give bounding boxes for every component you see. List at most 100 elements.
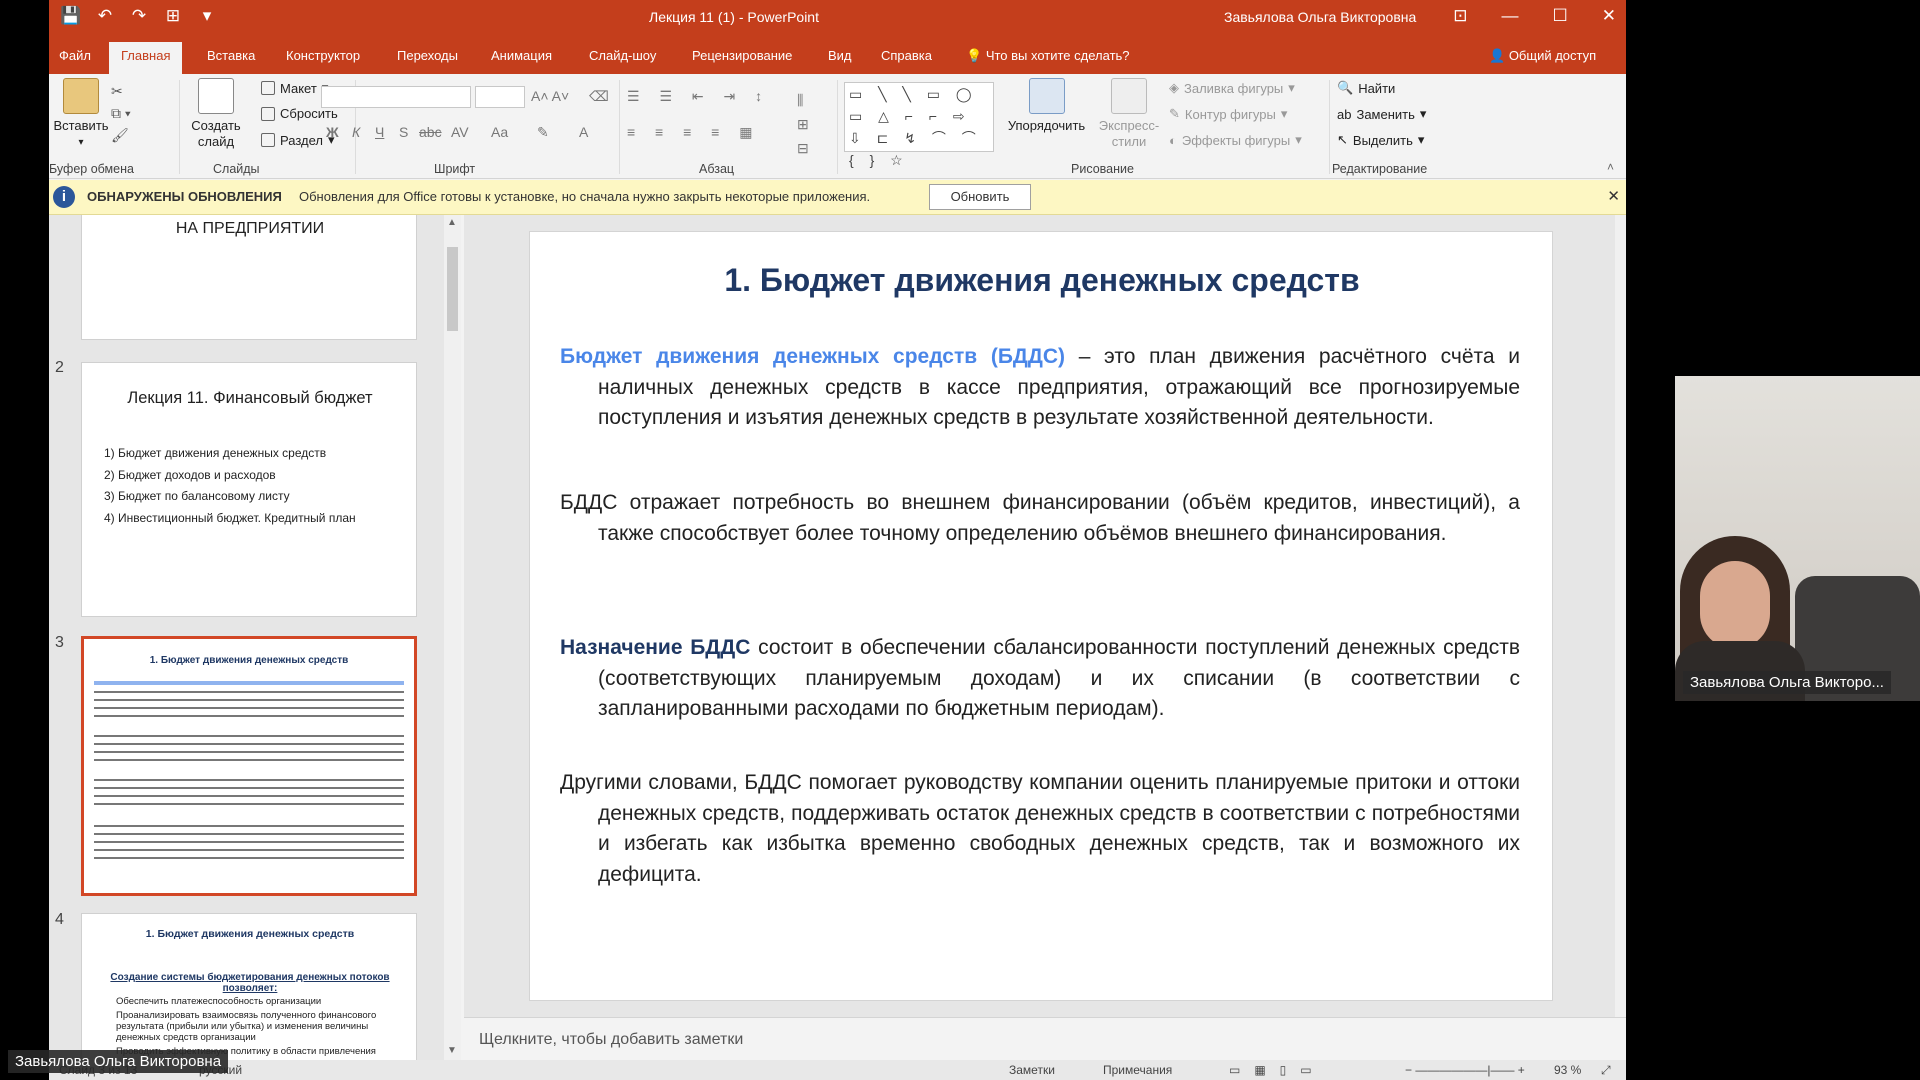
find-button[interactable]: 🔍 Найти bbox=[1337, 80, 1395, 96]
shape-fill-button[interactable]: ◈ Заливка фигуры ▾ bbox=[1169, 80, 1295, 96]
notes-pane[interactable]: Щелкните, чтобы добавить заметки bbox=[464, 1017, 1626, 1061]
slide-thumbnail-3-selected[interactable]: 1. Бюджет движения денежных средств bbox=[81, 636, 417, 896]
slide-thumbnail-2[interactable]: Лекция 11. Финансовый бюджет 1) Бюджет д… bbox=[81, 362, 417, 617]
thumbnail-title: Лекция 11. Финансовый бюджет bbox=[127, 389, 373, 407]
participant-name-label: Завьялова Ольга Викторо... bbox=[1683, 671, 1891, 694]
change-case-button[interactable]: Aa bbox=[491, 124, 508, 140]
slide-paragraph-external-financing[interactable]: БДДС отражает потребность во внешнем фин… bbox=[560, 488, 1520, 549]
slide-thumbnail-1[interactable]: НА ПРЕДПРИЯТИИ bbox=[81, 215, 417, 340]
paste-button[interactable]: Вставить ▾ bbox=[51, 78, 111, 148]
ribbon-tabs: Файл Главная Вставка Конструктор Переход… bbox=[49, 36, 1626, 74]
group-label-paragraph: Абзац bbox=[699, 162, 735, 176]
list-buttons[interactable]: ☰ ☰ ⇤ ⇥ ↕ bbox=[627, 88, 770, 105]
group-label-editing: Редактирование bbox=[1332, 162, 1428, 176]
slide-paragraph-definition[interactable]: Бюджет движения денежных средств (БДДС) … bbox=[560, 342, 1520, 434]
person-icon: 👤 bbox=[1489, 48, 1509, 63]
group-label-drawing: Рисование bbox=[1071, 162, 1134, 176]
font-name-input[interactable] bbox=[321, 86, 471, 108]
tab-help[interactable]: Справка bbox=[881, 48, 932, 63]
layout-button[interactable]: Макет ▾ bbox=[261, 80, 328, 96]
thumbnail-text-block bbox=[94, 779, 404, 809]
current-slide[interactable]: 1. Бюджет движения денежных средств Бюдж… bbox=[529, 231, 1553, 1001]
notes-placeholder: Щелкните, чтобы добавить заметки bbox=[479, 1031, 744, 1048]
redo-icon[interactable]: ↷ bbox=[127, 6, 151, 26]
view-buttons[interactable]: ▭▦▯▭ bbox=[1229, 1063, 1326, 1077]
shape-effects-label: Эффекты фигуры bbox=[1181, 132, 1291, 148]
tab-review[interactable]: Рецензирование bbox=[692, 48, 792, 63]
tab-insert[interactable]: Вставка bbox=[207, 48, 255, 63]
tab-animations[interactable]: Анимация bbox=[491, 48, 552, 63]
char-spacing-button[interactable]: AV bbox=[451, 124, 469, 140]
tab-design[interactable]: Конструктор bbox=[286, 48, 360, 63]
arrange-button[interactable]: Упорядочить bbox=[1004, 78, 1089, 134]
group-label-font: Шрифт bbox=[434, 162, 476, 176]
highlight-icon[interactable]: ✎ bbox=[537, 124, 549, 141]
section-label: Раздел bbox=[280, 132, 323, 148]
align-buttons[interactable]: ≡ ≡ ≡ ≡ ▦ bbox=[627, 124, 760, 141]
quick-styles-button[interactable]: Экспресс-стили bbox=[1094, 78, 1164, 150]
notes-toggle[interactable]: Заметки bbox=[1009, 1063, 1055, 1077]
tell-me-search[interactable]: 💡 Что вы хотите сделать? bbox=[966, 48, 1130, 64]
participant-video[interactable]: Завьялова Ольга Викторо... bbox=[1675, 376, 1920, 701]
powerpoint-window: 💾 ↶ ↷ ⊞ ▾ Лекция 11 (1) - PowerPoint Зав… bbox=[49, 0, 1626, 1080]
undo-icon[interactable]: ↶ bbox=[93, 6, 117, 26]
tab-file[interactable]: Файл bbox=[59, 48, 91, 63]
copy-icon[interactable]: ⧉ ▾ bbox=[111, 102, 131, 124]
shape-effects-button[interactable]: ◐ Эффекты фигуры ▾ bbox=[1169, 132, 1302, 148]
grow-font-icon[interactable]: A˄ A˅ bbox=[531, 88, 569, 104]
save-icon[interactable]: 💾 bbox=[59, 6, 83, 26]
strikethrough-button[interactable]: abc bbox=[419, 124, 442, 140]
update-button[interactable]: Обновить bbox=[929, 184, 1031, 210]
slide-paragraph-purpose[interactable]: Назначение БДДС состоит в обеспечении сб… bbox=[560, 633, 1520, 725]
slide-scrollbar[interactable] bbox=[1615, 215, 1626, 1017]
tab-view[interactable]: Вид bbox=[828, 48, 852, 63]
tab-home[interactable]: Главная bbox=[109, 42, 183, 74]
font-size-input[interactable] bbox=[475, 86, 525, 108]
scroll-up-icon[interactable]: ▲ bbox=[447, 217, 457, 228]
close-message-bar-icon[interactable]: ✕ bbox=[1607, 187, 1620, 205]
format-painter-icon[interactable]: 🖌 bbox=[111, 124, 131, 146]
cut-icon[interactable]: ✂ bbox=[111, 80, 131, 102]
thumbnail-text-line bbox=[94, 681, 404, 685]
tab-slideshow[interactable]: Слайд-шоу bbox=[589, 48, 656, 63]
zoom-slider[interactable]: − ——————|—— + bbox=[1405, 1063, 1525, 1077]
maximize-icon[interactable]: ☐ bbox=[1553, 6, 1568, 26]
new-slide-button[interactable]: Создать слайд bbox=[186, 78, 246, 150]
thumbnails-scrollbar[interactable]: ▲ ▼ bbox=[444, 215, 461, 1060]
close-icon[interactable]: ✕ bbox=[1602, 6, 1616, 26]
fit-slide-icon[interactable]: ⤢ bbox=[1601, 1063, 1611, 1078]
reset-button[interactable]: Сбросить bbox=[261, 106, 338, 121]
shape-outline-button[interactable]: ✎ Контур фигуры ▾ bbox=[1169, 106, 1287, 122]
shadow-button[interactable]: S bbox=[399, 124, 408, 140]
section-button[interactable]: Раздел ▾ bbox=[261, 132, 335, 148]
tab-transitions[interactable]: Переходы bbox=[397, 48, 458, 63]
share-button[interactable]: 👤 Общий доступ bbox=[1489, 48, 1596, 64]
bold-button[interactable]: Ж bbox=[326, 124, 339, 140]
group-separator bbox=[1329, 80, 1330, 174]
minimize-icon[interactable]: — bbox=[1502, 6, 1519, 26]
scrollbar-thumb[interactable] bbox=[447, 247, 458, 331]
italic-button[interactable]: К bbox=[352, 124, 360, 140]
select-button[interactable]: ↖ Выделить ▾ bbox=[1337, 132, 1424, 148]
effects-icon: ◐ bbox=[1169, 132, 1177, 148]
customize-qat-icon[interactable]: ▾ bbox=[195, 6, 219, 26]
slide-thumbnail-4[interactable]: 1. Бюджет движения денежных средств Созд… bbox=[81, 913, 417, 1060]
clear-formatting-icon[interactable]: ⌫ bbox=[589, 88, 609, 105]
slide-paragraph-summary[interactable]: Другими словами, БДДС помогает руководст… bbox=[560, 768, 1520, 890]
signed-in-user[interactable]: Завьялова Ольга Викторовна bbox=[1224, 9, 1416, 25]
ribbon-display-icon[interactable]: ⊡ bbox=[1453, 6, 1467, 26]
start-slideshow-icon[interactable]: ⊞ bbox=[161, 6, 185, 26]
replace-button[interactable]: ab Заменить ▾ bbox=[1337, 106, 1426, 122]
zoom-level[interactable]: 93 % bbox=[1554, 1063, 1581, 1077]
scroll-down-icon[interactable]: ▼ bbox=[447, 1045, 457, 1056]
underline-button[interactable]: Ч bbox=[375, 124, 384, 140]
new-slide-label: Создать слайд bbox=[191, 118, 241, 149]
slide-editing-pane: 1. Бюджет движения денежных средств Бюдж… bbox=[464, 215, 1626, 1017]
slide-title[interactable]: 1. Бюджет движения денежных средств bbox=[530, 262, 1554, 299]
shapes-gallery[interactable]: ▭ ╲ ╲ ▭ ◯ ▭ △ ⌐ ⌐ ⇨ ⇩ ⊏ ↯ ⌒ ⌒ { } ☆ bbox=[844, 82, 994, 168]
font-color-button[interactable]: A bbox=[579, 124, 588, 140]
comments-toggle[interactable]: Примечания bbox=[1103, 1063, 1172, 1077]
text-direction-buttons[interactable]: ⫼ ⊞ ⊟ bbox=[797, 88, 809, 160]
message-bar-text: Обновления для Office готовы к установке… bbox=[299, 189, 871, 204]
collapse-ribbon-icon[interactable]: ˄ bbox=[1607, 160, 1614, 174]
